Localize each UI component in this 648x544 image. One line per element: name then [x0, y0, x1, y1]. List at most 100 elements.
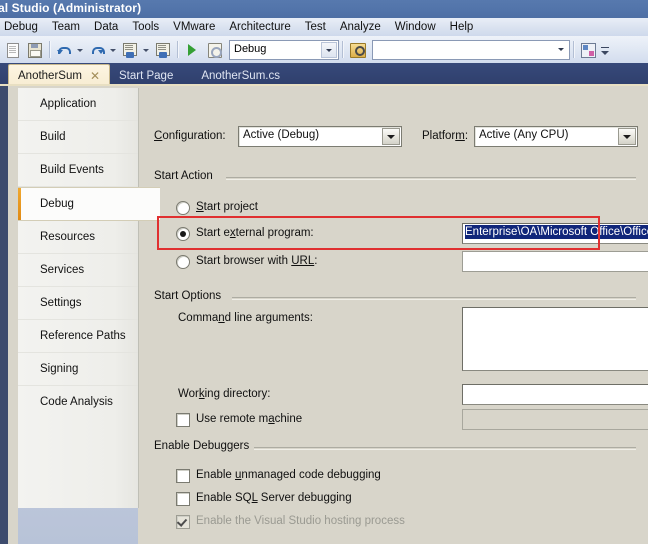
menu-item-vmware[interactable]: VMware — [166, 19, 222, 36]
project-properties-surface: Application Build Build Events Debug Res… — [8, 86, 648, 544]
configuration-row: Configuration: Active (Debug) Platform: … — [154, 126, 646, 147]
tab-label: AnotherSum.cs — [201, 70, 280, 82]
redo-icon[interactable] — [87, 40, 107, 60]
sidebar-item-resources[interactable]: Resources — [18, 221, 138, 254]
group-divider — [254, 447, 636, 450]
working-directory-label: Working directory: — [178, 388, 271, 400]
toolbar-overflow-icon[interactable] — [599, 40, 611, 60]
category-panel: Application Build Build Events Debug Res… — [18, 88, 160, 508]
use-remote-machine-label: Use remote machine — [196, 413, 303, 425]
menu-item-data[interactable]: Data — [87, 19, 125, 36]
sidebar-item-reference-paths[interactable]: Reference Paths — [18, 320, 138, 353]
find-in-files-icon[interactable] — [347, 40, 367, 60]
start-external-program-value-wrap: Enterprise\OA\Microsoft Office\Office14\… — [465, 225, 648, 239]
enable-debuggers-title: Enable Debuggers — [154, 440, 255, 452]
sidebar-item-label: Settings — [40, 297, 82, 309]
document-tab-strip: AnotherSum ✕ Start Page AnotherSum.cs — [0, 63, 648, 86]
menu-item-team[interactable]: Team — [45, 19, 87, 36]
toolbox-icon[interactable] — [578, 40, 598, 60]
close-icon[interactable]: ✕ — [90, 70, 100, 82]
toolbar-separator — [573, 41, 574, 58]
start-browser-url-radio[interactable] — [176, 255, 190, 269]
enable-unmanaged-debugging-label: Enable unmanaged code debugging — [196, 469, 381, 481]
start-external-program-input[interactable]: Enterprise\OA\Microsoft Office\Office14\… — [462, 223, 648, 244]
remote-machine-input — [462, 409, 648, 430]
sidebar-item-label: Build Events — [40, 164, 104, 176]
new-document-icon[interactable] — [3, 40, 23, 60]
menu-item-architecture[interactable]: Architecture — [222, 19, 297, 36]
start-external-program-label: Start external program: — [196, 227, 314, 239]
start-project-label: Start project — [196, 201, 258, 213]
visual-studio-window: al Studio (Administrator) Debug Team Dat… — [0, 0, 648, 544]
standard-toolbar: Debug — [0, 36, 648, 64]
platform-value: Active (Any CPU) — [479, 129, 569, 141]
working-directory-input[interactable] — [462, 384, 648, 405]
sidebar-item-debug[interactable]: Debug — [18, 187, 160, 221]
group-divider — [226, 177, 636, 180]
undo-icon[interactable] — [54, 40, 74, 60]
start-external-program-value: Enterprise\OA\Microsoft Office\Office14\… — [465, 225, 648, 239]
sidebar-item-settings[interactable]: Settings — [18, 287, 138, 320]
menu-item-window[interactable]: Window — [388, 19, 443, 36]
start-browser-url-input[interactable] — [462, 251, 648, 272]
sidebar-item-label: Debug — [40, 198, 74, 210]
sidebar-item-label: Build — [40, 131, 66, 143]
comment-selection-icon[interactable] — [153, 40, 173, 60]
redo-dropdown-icon[interactable] — [108, 40, 119, 60]
tab-start-page[interactable]: Start Page — [110, 66, 182, 86]
attach-process-icon[interactable] — [204, 40, 224, 60]
save-all-icon[interactable] — [25, 40, 45, 60]
configuration-combo[interactable]: Active (Debug) — [238, 126, 402, 147]
tab-anothersum[interactable]: AnotherSum ✕ — [8, 64, 110, 86]
menu-item-test[interactable]: Test — [298, 19, 333, 36]
start-browser-url-label: Start browser with URL: — [196, 255, 318, 267]
toolbar-separator — [49, 41, 50, 58]
tab-label: Start Page — [119, 70, 174, 82]
sidebar-item-application[interactable]: Application — [18, 88, 138, 121]
find-combo-input[interactable] — [372, 39, 570, 60]
sidebar-item-label: Code Analysis — [40, 396, 113, 408]
use-remote-machine-checkbox[interactable] — [176, 413, 190, 427]
tab-anothersum-cs[interactable]: AnotherSum.cs — [192, 66, 289, 86]
menu-item-debug[interactable]: Debug — [0, 19, 45, 36]
configuration-label: Configuration: — [154, 130, 226, 142]
sidebar-item-label: Reference Paths — [40, 330, 126, 342]
navigate-dropdown-icon[interactable] — [141, 40, 152, 60]
menu-item-help[interactable]: Help — [443, 19, 481, 36]
sidebar-item-build[interactable]: Build — [18, 121, 138, 154]
debug-settings-pane: Configuration: Active (Debug) Platform: … — [148, 86, 648, 544]
enable-unmanaged-debugging-checkbox[interactable] — [176, 469, 190, 483]
chevron-down-icon[interactable] — [321, 41, 337, 58]
navigate-backward-icon[interactable] — [120, 40, 140, 60]
left-dock-rail — [0, 86, 8, 544]
chevron-down-icon[interactable] — [618, 128, 636, 145]
platform-combo[interactable]: Active (Any CPU) — [474, 126, 638, 147]
sidebar-item-label: Signing — [40, 363, 79, 375]
start-debugging-icon[interactable] — [182, 40, 202, 60]
sidebar-item-signing[interactable]: Signing — [18, 353, 138, 386]
sidebar-item-code-analysis[interactable]: Code Analysis — [18, 386, 138, 418]
sidebar-item-services[interactable]: Services — [18, 254, 138, 287]
menu-bar: Debug Team Data Tools VMware Architectur… — [0, 18, 648, 37]
enable-sql-debugging-checkbox[interactable] — [176, 492, 190, 506]
command-line-arguments-label: Command line arguments: — [178, 312, 313, 324]
solution-configuration-combo[interactable]: Debug — [229, 39, 339, 60]
solution-configuration-value: Debug — [234, 42, 267, 55]
enable-hosting-process-label: Enable the Visual Studio hosting process — [196, 515, 405, 527]
undo-dropdown-icon[interactable] — [75, 40, 86, 60]
toolbar-separator — [177, 41, 178, 58]
tab-label: AnotherSum — [18, 69, 82, 82]
start-project-radio[interactable] — [176, 201, 190, 215]
start-external-program-radio[interactable] — [176, 227, 190, 241]
chevron-down-icon[interactable] — [554, 41, 568, 56]
sidebar-item-build-events[interactable]: Build Events — [18, 154, 138, 187]
chevron-down-icon[interactable] — [382, 128, 400, 145]
menu-item-tools[interactable]: Tools — [125, 19, 166, 36]
sidebar-item-label: Resources — [40, 231, 95, 243]
toolbar-separator — [342, 41, 343, 58]
command-line-arguments-input[interactable] — [462, 307, 648, 371]
menu-item-analyze[interactable]: Analyze — [333, 19, 388, 36]
sidebar-item-label: Application — [40, 98, 97, 110]
start-options-title: Start Options — [154, 290, 227, 302]
document-area: Application Build Build Events Debug Res… — [0, 86, 648, 544]
